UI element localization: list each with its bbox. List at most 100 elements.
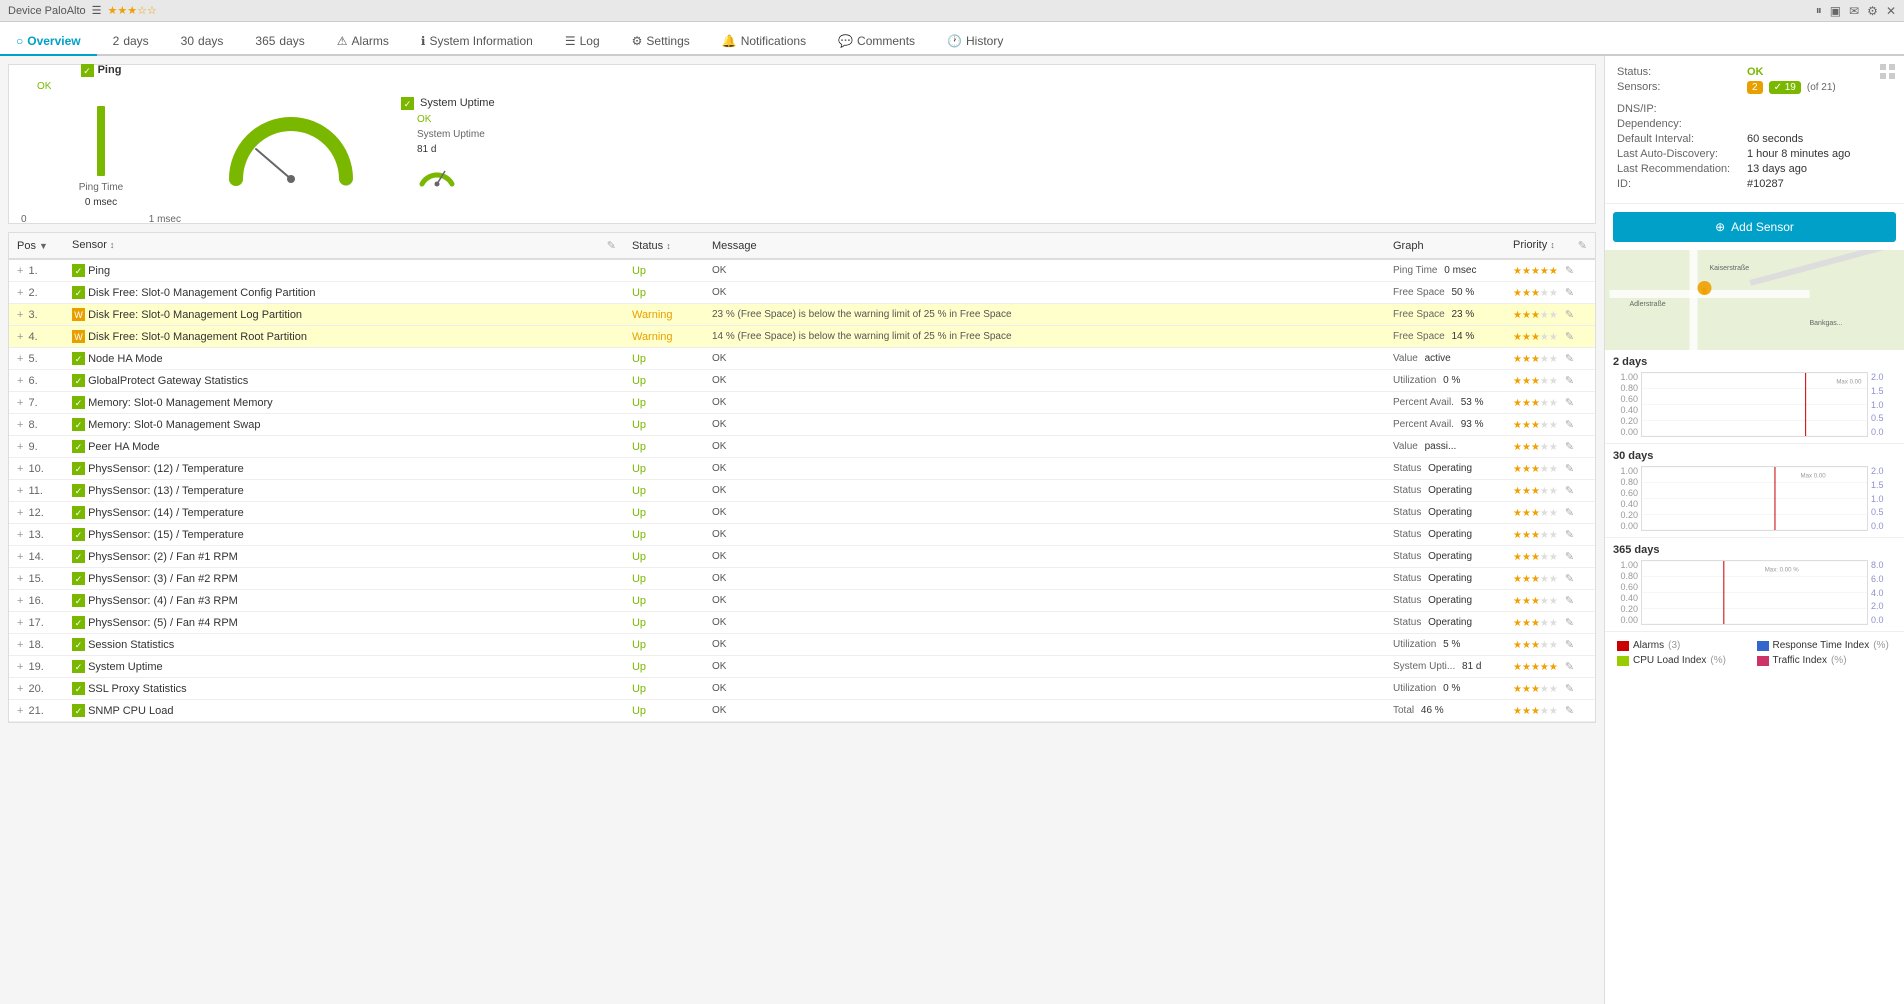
row-edit-icon[interactable]: ✎: [1565, 661, 1574, 673]
drag-handle[interactable]: +: [17, 265, 23, 277]
drag-handle[interactable]: +: [17, 331, 23, 343]
row-sensor-name[interactable]: ✓ Ping: [64, 259, 624, 282]
drag-handle[interactable]: +: [17, 573, 23, 585]
row-edit-icon[interactable]: ✎: [1565, 683, 1574, 695]
pause-icon[interactable]: ⏸: [1816, 3, 1822, 18]
drag-handle[interactable]: +: [17, 353, 23, 365]
tab-history[interactable]: 🕐 History: [931, 28, 1019, 56]
sensor-ok-icon: ✓: [72, 440, 85, 453]
tab-30days[interactable]: 30 days: [165, 28, 240, 56]
tab-comments[interactable]: 💬 Comments: [822, 28, 931, 56]
mail-icon[interactable]: ✉: [1849, 4, 1859, 18]
header-status[interactable]: Status ↕: [624, 233, 704, 259]
row-sensor-name[interactable]: ✓ System Uptime: [64, 656, 624, 678]
drag-handle[interactable]: +: [17, 309, 23, 321]
drag-handle[interactable]: +: [17, 375, 23, 387]
row-sensor-name[interactable]: ✓ PhysSensor: (13) / Temperature: [64, 480, 624, 502]
row-sensor-name[interactable]: ✓ Peer HA Mode: [64, 436, 624, 458]
row-sensor-name[interactable]: ✓ GlobalProtect Gateway Statistics: [64, 370, 624, 392]
row-sensor-name[interactable]: ✓ PhysSensor: (14) / Temperature: [64, 502, 624, 524]
row-edit-icon[interactable]: ✎: [1565, 265, 1574, 277]
row-edit-icon[interactable]: ✎: [1565, 595, 1574, 607]
drag-handle[interactable]: +: [17, 595, 23, 607]
row-sensor-name[interactable]: ✓ Memory: Slot-0 Management Memory: [64, 392, 624, 414]
row-edit-icon[interactable]: ✎: [1565, 551, 1574, 563]
row-edit-icon[interactable]: ✎: [1565, 639, 1574, 651]
header-message[interactable]: Message: [704, 233, 1385, 259]
row-edit-icon[interactable]: ✎: [1565, 617, 1574, 629]
drag-handle[interactable]: +: [17, 683, 23, 695]
tab-log[interactable]: ☰ Log: [549, 28, 616, 56]
row-sensor-name[interactable]: ✓ PhysSensor: (2) / Fan #1 RPM: [64, 546, 624, 568]
header-priority[interactable]: Priority ↕ ✎: [1505, 233, 1595, 259]
drag-handle[interactable]: +: [17, 463, 23, 475]
row-sensor-name[interactable]: ✓ Disk Free: Slot-0 Management Config Pa…: [64, 282, 624, 304]
drag-handle[interactable]: +: [17, 287, 23, 299]
drag-handle[interactable]: +: [17, 485, 23, 497]
row-sensor-name[interactable]: W Disk Free: Slot-0 Management Log Parti…: [64, 304, 624, 326]
row-sensor-name[interactable]: ✓ SNMP CPU Load: [64, 700, 624, 722]
row-edit-icon[interactable]: ✎: [1565, 331, 1574, 343]
table-row: + 10. ✓ PhysSensor: (12) / Temperature U…: [9, 458, 1595, 480]
info-row-status: Status: OK: [1617, 66, 1892, 78]
row-sensor-name[interactable]: W Disk Free: Slot-0 Management Root Part…: [64, 326, 624, 348]
row-edit-icon[interactable]: ✎: [1565, 441, 1574, 453]
row-edit-icon[interactable]: ✎: [1565, 419, 1574, 431]
settings-icon[interactable]: ⚙: [1867, 4, 1878, 18]
row-sensor-name[interactable]: ✓ PhysSensor: (5) / Fan #4 RPM: [64, 612, 624, 634]
table-row: + 13. ✓ PhysSensor: (15) / Temperature U…: [9, 524, 1595, 546]
tab-2days[interactable]: 2 days: [97, 28, 165, 56]
row-sensor-name[interactable]: ✓ PhysSensor: (3) / Fan #2 RPM: [64, 568, 624, 590]
row-edit-icon[interactable]: ✎: [1565, 507, 1574, 519]
row-edit-icon[interactable]: ✎: [1565, 529, 1574, 541]
drag-handle[interactable]: +: [17, 617, 23, 629]
header-priority-edit[interactable]: ✎: [1578, 239, 1587, 252]
header-pos[interactable]: Pos ▼: [9, 233, 64, 259]
row-edit-icon[interactable]: ✎: [1565, 397, 1574, 409]
drag-handle[interactable]: +: [17, 639, 23, 651]
row-sensor-name[interactable]: ✓ Memory: Slot-0 Management Swap: [64, 414, 624, 436]
device-stars[interactable]: ★★★☆☆: [108, 4, 157, 17]
tab-history-label: History: [966, 34, 1003, 48]
row-edit-icon[interactable]: ✎: [1565, 309, 1574, 321]
drag-handle[interactable]: +: [17, 661, 23, 673]
drag-handle[interactable]: +: [17, 551, 23, 563]
row-sensor-name[interactable]: ✓ PhysSensor: (15) / Temperature: [64, 524, 624, 546]
row-sensor-name[interactable]: ✓ PhysSensor: (4) / Fan #3 RPM: [64, 590, 624, 612]
row-sensor-name[interactable]: ✓ PhysSensor: (12) / Temperature: [64, 458, 624, 480]
row-edit-icon[interactable]: ✎: [1565, 353, 1574, 365]
tab-system-info[interactable]: ℹ System Information: [405, 28, 549, 56]
tab-365days[interactable]: 365 days: [239, 28, 320, 56]
info-row-id: ID: #10287: [1617, 178, 1892, 190]
drag-handle[interactable]: +: [17, 441, 23, 453]
tab-notifications[interactable]: 🔔 Notifications: [706, 28, 822, 56]
add-sensor-button[interactable]: ⊕ Add Sensor: [1613, 212, 1896, 242]
tab-settings[interactable]: ⚙ Settings: [616, 28, 706, 56]
row-edit-icon[interactable]: ✎: [1565, 485, 1574, 497]
map-container[interactable]: Adlerstraße Kaiserstraße Bankgas...: [1605, 250, 1904, 350]
tab-overview[interactable]: ○ Overview: [0, 28, 97, 56]
row-status: Up: [624, 524, 704, 546]
drag-handle[interactable]: +: [17, 507, 23, 519]
row-edit-icon[interactable]: ✎: [1565, 573, 1574, 585]
ping-label: ✓ Ping: [81, 64, 122, 77]
row-sensor-name[interactable]: ✓ Node HA Mode: [64, 348, 624, 370]
header-edit-icon[interactable]: ✎: [607, 239, 616, 252]
grid-icon[interactable]: [1880, 64, 1896, 80]
tab-alarms[interactable]: ⚠ Alarms: [321, 28, 405, 56]
row-priority: ★★★★★ ✎: [1505, 348, 1595, 370]
drag-handle[interactable]: +: [17, 705, 23, 717]
row-edit-icon[interactable]: ✎: [1565, 463, 1574, 475]
row-sensor-name[interactable]: ✓ SSL Proxy Statistics: [64, 678, 624, 700]
row-edit-icon[interactable]: ✎: [1565, 705, 1574, 717]
drag-handle[interactable]: +: [17, 419, 23, 431]
row-edit-icon[interactable]: ✎: [1565, 287, 1574, 299]
header-sensor[interactable]: Sensor ↕ ✎: [64, 233, 624, 259]
drag-handle[interactable]: +: [17, 397, 23, 409]
row-sensor-name[interactable]: ✓ Session Statistics: [64, 634, 624, 656]
row-edit-icon[interactable]: ✎: [1565, 375, 1574, 387]
header-graph[interactable]: Graph: [1385, 233, 1505, 259]
close-icon[interactable]: ✕: [1886, 4, 1896, 18]
monitor-icon[interactable]: ▣: [1830, 4, 1841, 18]
drag-handle[interactable]: +: [17, 529, 23, 541]
